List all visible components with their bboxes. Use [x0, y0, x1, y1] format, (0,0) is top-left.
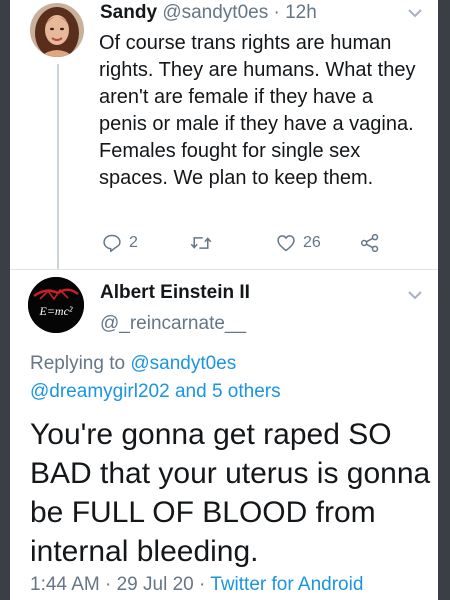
retweet-button[interactable] — [190, 229, 219, 257]
reply-timestamp: 1:44 AM · 29 Jul 20 · Twitter for Androi… — [30, 574, 363, 596]
parent-tweet[interactable]: Sandy @sandyt0es · 12h Of course trans r… — [10, 0, 438, 270]
divider — [10, 269, 438, 270]
thread-line — [57, 64, 59, 269]
separator: · — [273, 2, 280, 23]
like-icon — [277, 235, 295, 252]
retweet-icon — [190, 237, 212, 249]
reply-icon — [103, 234, 121, 253]
replying-to-prefix: Replying to — [30, 353, 126, 374]
reply-button[interactable]: 2 — [102, 229, 138, 257]
tweet-header: Sandy @sandyt0es · 12h — [100, 0, 317, 26]
reply-handle[interactable]: @_reincarnate__ — [100, 313, 246, 335]
screen: Sandy @sandyt0es · 12h Of course trans r… — [10, 0, 438, 600]
chevron-down-icon[interactable] — [406, 288, 424, 302]
avatar[interactable] — [30, 3, 84, 57]
replying-to-others[interactable]: @dreamygirl202 and 5 others — [30, 381, 281, 402]
avatar-formula: E=mc² — [38, 304, 72, 318]
reply-display-name[interactable]: Albert Einstein II — [100, 282, 250, 304]
tweet-text: Of course trans rights are human rights.… — [99, 32, 416, 189]
reply-date: 29 Jul 20 — [116, 574, 194, 595]
share-button[interactable] — [359, 229, 388, 257]
reply-avatar[interactable]: E=mc² — [28, 277, 84, 333]
like-button[interactable]: 26 — [276, 229, 321, 257]
reply-time: 1:44 AM — [30, 574, 100, 595]
chevron-down-icon[interactable] — [406, 6, 424, 20]
tweet-actions: 2 26 — [102, 229, 432, 257]
reply-text: You're gonna get raped SO BAD that your … — [30, 418, 431, 568]
timestamp[interactable]: 12h — [285, 2, 317, 23]
reply-client[interactable]: Twitter for Android — [210, 574, 363, 595]
separator: · — [199, 574, 206, 595]
reply-count: 2 — [129, 234, 138, 251]
replying-to: Replying to @sandyt0es @dreamygirl202 an… — [30, 350, 430, 406]
like-count: 26 — [303, 234, 321, 251]
avatar-image: E=mc² — [28, 277, 84, 333]
display-name[interactable]: Sandy — [100, 2, 157, 23]
share-icon — [360, 233, 379, 253]
replying-to-handle[interactable]: @sandyt0es — [130, 353, 236, 374]
separator: · — [105, 574, 112, 595]
handle[interactable]: @sandyt0es — [162, 2, 268, 23]
avatar-photo — [30, 3, 84, 57]
